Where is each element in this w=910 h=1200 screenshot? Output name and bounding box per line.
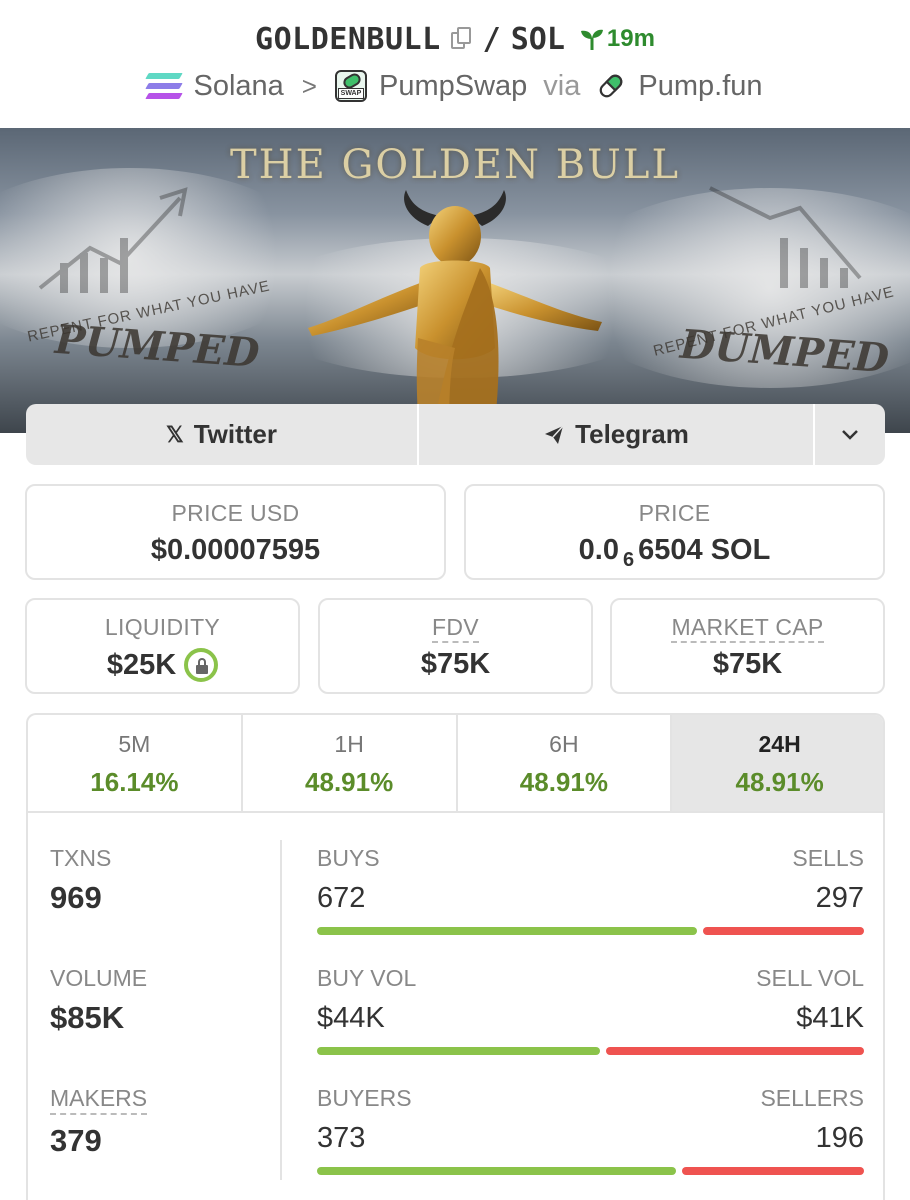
fdv-value: $75K (420, 648, 491, 680)
sprout-icon (580, 29, 603, 50)
liquidity-label: LIQUIDITY (104, 614, 221, 640)
twitter-button[interactable]: 𝕏 Twitter (26, 404, 419, 465)
telegram-icon (545, 424, 564, 444)
x-logo-icon: 𝕏 (165, 421, 184, 447)
via-label: via (543, 69, 581, 102)
tab-label: 24H (758, 731, 801, 757)
buy-vol-value: $44K (317, 1002, 385, 1034)
buy-share-bar (317, 927, 697, 935)
golden-bull-image (308, 190, 602, 433)
buys-sells-bar (317, 927, 864, 935)
sell-share-bar (702, 927, 864, 935)
buyers-sellers-stat: BUYERS SELLERS 373 196 (317, 1085, 864, 1175)
quote-symbol: SOL (510, 21, 565, 57)
makers-label[interactable]: MAKERS (50, 1085, 148, 1115)
price-usd-value: $0.00007595 (150, 534, 321, 566)
sell-vol-value: $41K (796, 1002, 864, 1034)
makers-stat: MAKERS 379 (50, 1085, 148, 1159)
tab-change: 16.14% (90, 767, 179, 797)
sellers-value: 196 (815, 1122, 864, 1154)
buys-value: 672 (317, 882, 366, 914)
pair-age: 19m (579, 25, 655, 53)
sell-vol-label: SELL VOL (756, 965, 864, 991)
price-sol-suffix: 6504 SOL (638, 534, 771, 566)
volume-split-stat: BUY VOL SELL VOL $44K $41K (317, 965, 864, 1055)
buy-vol-label: BUY VOL (317, 965, 417, 991)
txns-value: 969 (50, 880, 102, 915)
buys-sells-stat: BUYS SELLS 672 297 (317, 845, 864, 935)
twitter-label: Twitter (193, 419, 278, 449)
pair-title-row: GOLDENBULL / SOL 19m (0, 18, 910, 60)
liquidity-value: $25K (106, 648, 177, 681)
sells-value: 297 (815, 882, 864, 914)
price-sol-prefix: 0.0 (578, 534, 619, 566)
buyers-label: BUYERS (317, 1085, 412, 1111)
market-cap-label[interactable]: MARKET CAP (671, 614, 824, 643)
tab-1h[interactable]: 1H 48.91% (243, 715, 458, 811)
fdv-card: FDV $75K (318, 598, 593, 694)
launchpad-link[interactable]: Pump.fun (638, 70, 762, 103)
stats-divider (280, 840, 282, 1180)
sellers-label: SELLERS (760, 1085, 864, 1111)
price-usd-label: PRICE USD (171, 500, 300, 526)
stats-panel: 5M 16.14% 1H 48.91% 6H 48.91% 24H 48.91%… (26, 713, 885, 1200)
chain-link[interactable]: Solana (193, 70, 283, 103)
more-links-button[interactable] (815, 404, 885, 465)
tab-change: 48.91% (519, 767, 608, 797)
solana-icon (145, 73, 184, 99)
volume-split-bar (317, 1047, 864, 1055)
price-sol-zero-count: 6 (623, 549, 635, 571)
buyers-value: 373 (317, 1122, 366, 1154)
price-sol-label: PRICE (638, 500, 711, 526)
price-usd-card: PRICE USD $0.00007595 (25, 484, 446, 580)
tab-change: 48.91% (305, 767, 394, 797)
copy-icon[interactable] (450, 27, 473, 51)
fdv-label[interactable]: FDV (432, 614, 479, 643)
pair-header: GOLDENBULL / SOL 19m Solana > SWAP PumpS… (0, 0, 910, 128)
buyers-sellers-bar (317, 1167, 864, 1175)
tab-24h[interactable]: 24H 48.91% (672, 715, 883, 811)
market-cap-value: $75K (712, 648, 783, 680)
telegram-button[interactable]: Telegram (419, 404, 815, 465)
age-label: 19m (606, 25, 655, 52)
pumpfun-icon (600, 74, 623, 98)
chevron-down-icon (842, 429, 858, 440)
makers-value: 379 (50, 1123, 102, 1158)
sell-share-bar (681, 1167, 864, 1175)
token-banner: THE GOLDEN BULL REPENT FOR WHAT YOU HAVE… (0, 128, 910, 433)
chart-sketch-left (38, 187, 188, 293)
timeframe-tabs: 5M 16.14% 1H 48.91% 6H 48.91% 24H 48.91% (28, 715, 883, 813)
volume-stat: VOLUME $85K (50, 965, 147, 1036)
social-links: 𝕏 Twitter Telegram (26, 404, 885, 465)
volume-value: $85K (50, 1000, 125, 1035)
volume-label: VOLUME (50, 965, 148, 991)
price-sol-card: PRICE 0.0 6 6504 SOL (464, 484, 885, 580)
tab-change: 48.91% (735, 767, 824, 797)
dex-link[interactable]: PumpSwap (379, 70, 527, 103)
lock-icon[interactable] (184, 648, 219, 682)
pumpswap-icon: SWAP (334, 70, 367, 102)
tab-6h[interactable]: 6H 48.91% (458, 715, 673, 811)
chevron-right-icon: > (301, 70, 317, 101)
buys-label: BUYS (317, 845, 380, 871)
tab-label: 5M (118, 731, 151, 757)
sells-label: SELLS (792, 845, 864, 871)
tab-label: 6H (549, 731, 579, 757)
tab-label: 1H (334, 731, 364, 757)
buy-share-bar (317, 1047, 601, 1055)
tab-5m[interactable]: 5M 16.14% (28, 715, 243, 811)
base-symbol: GOLDENBULL (255, 21, 441, 57)
breadcrumb: Solana > SWAP PumpSwap via Pump.fun (0, 66, 910, 106)
market-cap-card: MARKET CAP $75K (610, 598, 885, 694)
txns-label: TXNS (50, 845, 112, 871)
sell-share-bar (606, 1047, 864, 1055)
pair-separator: / (482, 21, 501, 57)
txns-stat: TXNS 969 (50, 845, 111, 916)
telegram-label: Telegram (575, 419, 689, 449)
buy-share-bar (317, 1167, 676, 1175)
liquidity-card: LIQUIDITY $25K (25, 598, 300, 694)
